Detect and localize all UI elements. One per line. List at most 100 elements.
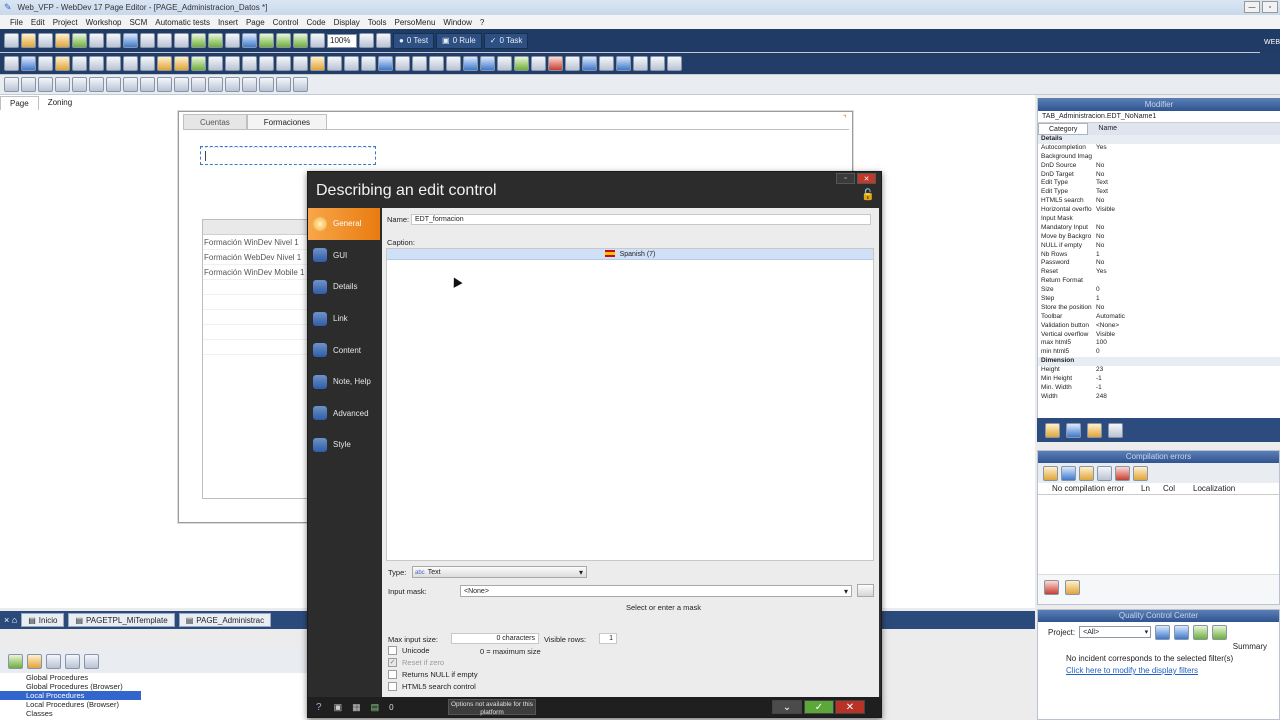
align-left-icon[interactable] [4, 77, 19, 92]
save-all-icon[interactable] [55, 33, 70, 48]
property-value[interactable]: Visible [1094, 331, 1115, 340]
new-procedure-icon[interactable] [27, 653, 42, 669]
returns-null-checkbox[interactable]: Returns NULL if empty [388, 670, 478, 679]
nav-general[interactable]: General [308, 208, 380, 240]
property-value[interactable]: No [1094, 304, 1104, 313]
center-horizontal-icon[interactable] [72, 77, 87, 92]
iframe-icon[interactable] [293, 56, 308, 71]
property-row[interactable]: Move by Backgro No [1038, 233, 1280, 242]
align-icon[interactable] [225, 33, 240, 48]
carousel-icon[interactable] [514, 56, 529, 71]
rss-icon[interactable] [650, 56, 665, 71]
resize-icon[interactable] [293, 77, 308, 92]
property-row[interactable]: Edit Type Text [1038, 188, 1280, 197]
property-row[interactable]: Store the position No [1038, 304, 1280, 313]
lock-layout-icon[interactable] [276, 77, 291, 92]
menu-page[interactable]: Page [242, 18, 269, 27]
check-box-icon[interactable] [72, 56, 87, 71]
doc-tab-template[interactable]: ▤ PAGETPL_MiTemplate [68, 613, 175, 627]
snap-icon[interactable] [376, 33, 391, 48]
recompile-icon[interactable] [72, 33, 87, 48]
unicode-checkbox[interactable]: Unicode [388, 646, 430, 655]
property-row[interactable]: HTML5 search No [1038, 197, 1280, 206]
property-value[interactable]: 1 [1094, 295, 1100, 304]
caption-editor[interactable]: Spanish (7) [386, 248, 874, 561]
rename-icon[interactable] [65, 653, 80, 669]
link-icon[interactable] [361, 56, 376, 71]
static-icon[interactable] [4, 56, 19, 71]
property-value[interactable]: 248 [1094, 393, 1107, 402]
menu-help[interactable]: ? [476, 18, 488, 27]
property-value[interactable]: Yes [1094, 144, 1107, 153]
property-value[interactable]: -1 [1094, 384, 1102, 393]
property-value[interactable]: No [1094, 259, 1104, 268]
cell-icon[interactable] [276, 56, 291, 71]
sort-icon[interactable] [1133, 465, 1148, 481]
col-line[interactable]: Ln [1133, 484, 1163, 493]
grid-icon[interactable] [310, 33, 325, 48]
warning-icon[interactable] [1079, 465, 1094, 481]
property-row[interactable]: Horizontal overflo Visible [1038, 206, 1280, 215]
menu-tools[interactable]: Tools [364, 18, 391, 27]
tree-item[interactable]: Global Procedures [0, 673, 141, 682]
property-row[interactable]: Toolbar Automatic [1038, 313, 1280, 322]
property-row[interactable]: Height 23 [1038, 366, 1280, 375]
ruler-icon[interactable] [359, 33, 374, 48]
copy-icon[interactable] [140, 33, 155, 48]
refresh-icon[interactable] [1155, 624, 1171, 640]
property-row[interactable]: Size 0 [1038, 286, 1280, 295]
menu-control[interactable]: Control [269, 18, 303, 27]
tab-page[interactable]: Page [0, 96, 39, 110]
property-row[interactable]: Details [1038, 135, 1280, 144]
new-icon[interactable] [4, 33, 19, 48]
calendar-icon[interactable] [157, 56, 172, 71]
search-icon[interactable] [84, 653, 99, 669]
close-all-icon[interactable]: × ⌂ [4, 615, 17, 625]
error-filter-icon[interactable] [1043, 465, 1058, 481]
reset-if-zero-checkbox[interactable]: ✓ Reset if zero [388, 658, 444, 667]
test-page-icon[interactable] [259, 33, 274, 48]
table-row[interactable] [203, 280, 321, 295]
property-row[interactable]: NULL if empty No [1038, 242, 1280, 251]
html5-search-checkbox[interactable]: HTML5 search control [388, 682, 476, 691]
menu-workshop[interactable]: Workshop [82, 18, 126, 27]
progress-icon[interactable] [208, 56, 223, 71]
property-value[interactable]: No [1094, 242, 1104, 251]
print-icon[interactable] [89, 33, 104, 48]
code-icon[interactable]: ▤ [371, 702, 380, 713]
tree-icon[interactable] [191, 56, 206, 71]
property-row[interactable]: Password No [1038, 259, 1280, 268]
property-value[interactable]: Visible [1094, 206, 1115, 215]
property-row[interactable]: Min Height -1 [1038, 375, 1280, 384]
property-row[interactable]: Autocompletion Yes [1038, 144, 1280, 153]
input-mask-select[interactable]: <None> [460, 585, 852, 597]
paste-icon[interactable] [157, 33, 172, 48]
table-row[interactable] [203, 310, 321, 325]
cancel-button[interactable]: ✕ [835, 700, 865, 714]
property-row[interactable]: Step 1 [1038, 295, 1280, 304]
filter-icon[interactable] [1174, 624, 1190, 640]
combo-box-icon[interactable] [106, 56, 121, 71]
anchor-icon[interactable] [208, 77, 223, 92]
tab-name[interactable]: Name [1088, 123, 1127, 135]
property-value[interactable] [1094, 135, 1096, 144]
property-value[interactable]: Text [1094, 179, 1108, 188]
options-button[interactable]: ⌄ [772, 700, 802, 714]
template-icon[interactable] [565, 56, 580, 71]
property-value[interactable]: 100 [1094, 339, 1107, 348]
supercontrol-icon[interactable] [548, 56, 563, 71]
image-control-icon[interactable] [55, 56, 70, 71]
task-counter[interactable]: ✓ 0 Task [483, 32, 529, 49]
dialog-restore-button[interactable]: ▫ [836, 173, 855, 184]
mode-icon[interactable] [667, 56, 682, 71]
nav-style[interactable]: Style [308, 429, 380, 461]
cut-icon[interactable] [123, 33, 138, 48]
dialog-close-button[interactable]: ✕ [857, 173, 876, 184]
edit-code-icon[interactable] [1065, 580, 1080, 595]
doc-tab-administracion[interactable]: ▤ PAGE_Administrac [178, 613, 272, 627]
brush-icon[interactable] [174, 33, 189, 48]
property-value[interactable]: 0 [1094, 348, 1100, 357]
property-value[interactable]: No [1094, 233, 1104, 242]
bring-front-icon[interactable] [225, 77, 240, 92]
menu-window[interactable]: Window [439, 18, 475, 27]
